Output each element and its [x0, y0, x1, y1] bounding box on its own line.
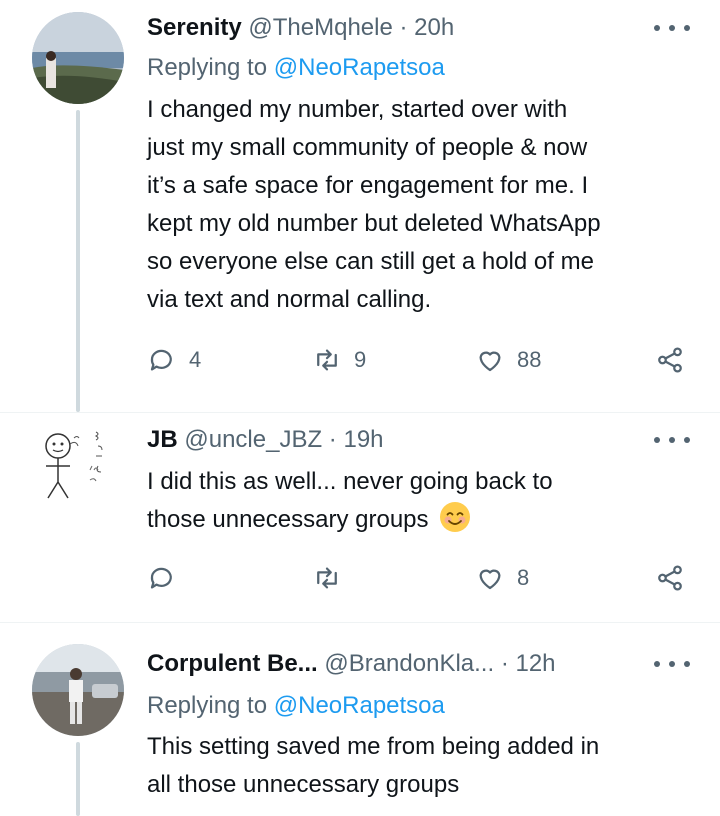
tweet[interactable]: Serenity @TheMqhele · 20h Replying to @N… [0, 0, 720, 412]
tweet[interactable]: Corpulent Be... @BrandonKla... · 12h Rep… [0, 622, 720, 816]
tweet-text-line: I changed my number, started over with [147, 96, 568, 123]
separator-dot: · [399, 14, 408, 41]
tweet-text-line: all those unnecessary groups [147, 771, 460, 798]
tweet-header: Serenity @TheMqhele · 20h [147, 12, 647, 44]
thread-line [76, 742, 80, 816]
tweet-text-line-text: those unnecessary groups [147, 506, 429, 533]
tweet-text: This setting saved me from being added i… [147, 728, 702, 804]
tweet-text: I changed my number, started over with j… [147, 91, 702, 319]
replying-to-label: Replying to [147, 54, 268, 81]
tweet-text-line: those unnecessary groups [147, 501, 702, 539]
tweet-text-line: via text and normal calling. [147, 286, 432, 313]
like-button[interactable]: 8 [475, 558, 529, 598]
display-name[interactable]: Corpulent Be... [147, 650, 318, 677]
share-icon [658, 565, 682, 591]
timestamp[interactable]: 12h [515, 650, 555, 677]
replying-to-handle[interactable]: @NeoRapetsoa [274, 54, 445, 81]
tweet-text-line: I did this as well... never going back t… [147, 468, 553, 495]
reply-count: 4 [189, 347, 202, 372]
retweet-icon [317, 349, 337, 371]
action-bar: 4 9 88 [147, 340, 692, 380]
separator-dot: · [328, 426, 337, 453]
avatar[interactable] [32, 422, 124, 514]
tweet-text-line: kept my old number but deleted WhatsApp [147, 210, 601, 237]
heart-icon [479, 351, 501, 372]
timestamp[interactable]: 20h [414, 14, 454, 41]
smiling-face-emoji-icon [440, 502, 471, 532]
retweet-button[interactable]: 9 [312, 340, 366, 380]
reply-icon [150, 349, 172, 371]
retweet-button[interactable] [312, 558, 354, 598]
tweet-text-line: it’s a safe space for engagement for me.… [147, 172, 589, 199]
share-button[interactable] [655, 558, 685, 598]
tweet-header: Corpulent Be... @BrandonKla... · 12h [147, 648, 647, 680]
heart-icon [479, 569, 501, 590]
replying-to: Replying to @NeoRapetsoa [147, 690, 445, 722]
tweet-header: JB @uncle_JBZ · 19h [147, 424, 647, 456]
reply-button[interactable]: 4 [147, 340, 201, 380]
reply-button[interactable] [147, 558, 189, 598]
avatar[interactable] [32, 644, 124, 736]
retweet-icon [317, 567, 337, 589]
tweet-text: I did this as well... never going back t… [147, 463, 702, 539]
tweet-text-line: This setting saved me from being added i… [147, 733, 600, 760]
share-button[interactable] [655, 340, 685, 380]
user-handle[interactable]: @TheMqhele [248, 14, 392, 41]
more-icon[interactable] [654, 428, 690, 452]
like-button[interactable]: 88 [475, 340, 541, 380]
tweet-text-line: just my small community of people & now [147, 134, 588, 161]
more-icon[interactable] [654, 16, 690, 40]
tweet[interactable]: JB @uncle_JBZ · 19h I did this as well..… [0, 412, 720, 622]
user-handle[interactable]: @BrandonKla... [324, 650, 494, 677]
like-count: 8 [517, 565, 530, 590]
display-name[interactable]: Serenity [147, 14, 242, 41]
reply-icon [150, 567, 172, 589]
action-bar: 8 [147, 558, 692, 598]
like-count: 88 [517, 347, 542, 372]
tweet-text-line: so everyone else can still get a hold of… [147, 248, 594, 275]
display-name[interactable]: JB [147, 426, 178, 453]
separator-dot: · [500, 650, 509, 677]
timestamp[interactable]: 19h [343, 426, 383, 453]
replying-to-handle[interactable]: @NeoRapetsoa [274, 692, 445, 719]
retweet-count: 9 [354, 347, 367, 372]
replying-to-label: Replying to [147, 692, 268, 719]
avatar[interactable] [32, 12, 124, 104]
user-handle[interactable]: @uncle_JBZ [184, 426, 322, 453]
share-icon [658, 347, 682, 373]
more-icon[interactable] [654, 652, 690, 676]
replying-to: Replying to @NeoRapetsoa [147, 52, 445, 84]
thread-line [76, 110, 80, 412]
